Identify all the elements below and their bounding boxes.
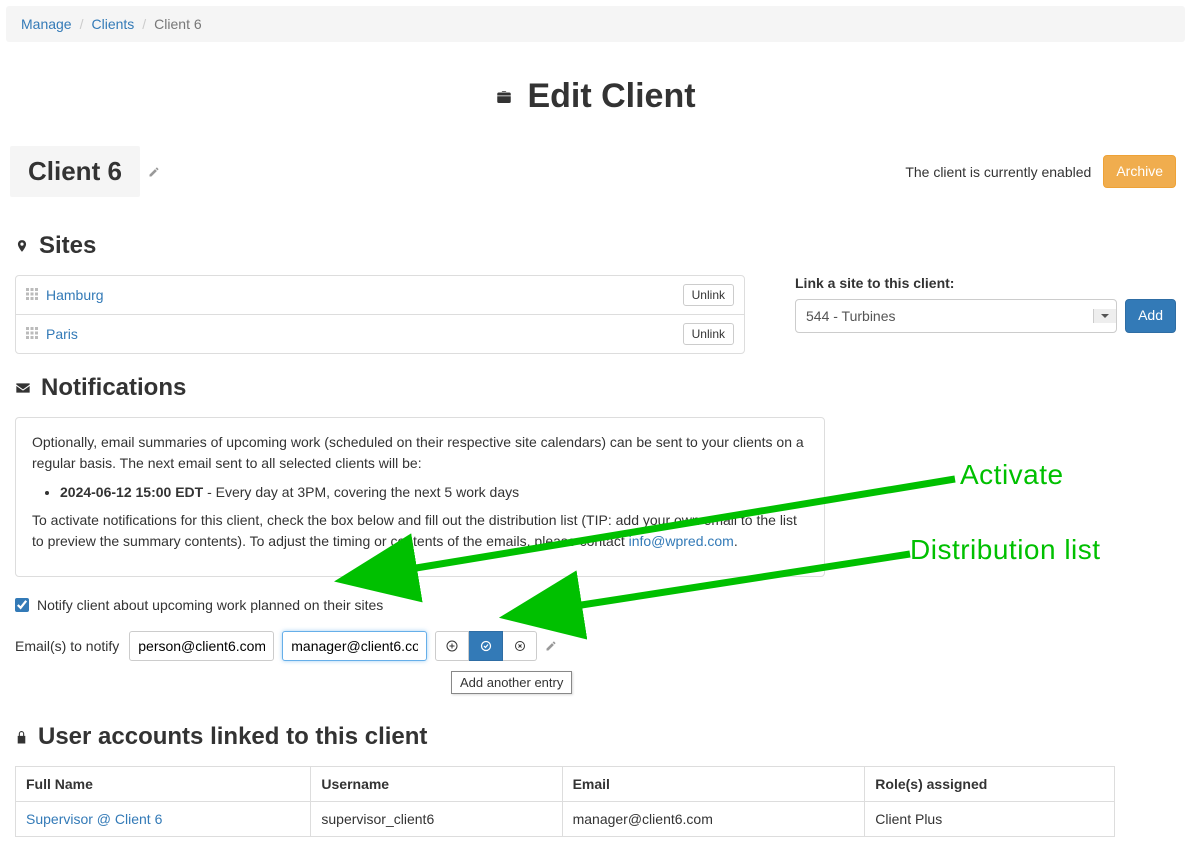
user-roles: Client Plus <box>865 802 1115 837</box>
unlink-button[interactable]: Unlink <box>683 323 734 345</box>
users-heading-text: User accounts linked to this client <box>38 723 427 751</box>
sites-section: Sites Hamburg Unlink <box>0 222 1191 364</box>
annotation-distlist-label: Distribution list <box>910 534 1101 566</box>
breadcrumb-manage[interactable]: Manage <box>21 16 72 32</box>
client-header: Client 6 The client is currently enabled… <box>0 146 1191 222</box>
grip-icon[interactable] <box>26 287 38 303</box>
col-fullname: Full Name <box>16 767 311 802</box>
breadcrumb-clients[interactable]: Clients <box>91 16 134 32</box>
users-section: User accounts linked to this client Full… <box>0 713 1191 847</box>
page-title-text: Edit Client <box>527 77 695 116</box>
users-heading: User accounts linked to this client <box>15 723 1176 751</box>
email-input-1[interactable] <box>129 631 274 661</box>
email-input-2[interactable] <box>282 631 427 661</box>
remove-email-button[interactable] <box>503 631 537 661</box>
notify-checkbox[interactable] <box>15 598 29 612</box>
notifications-heading-text: Notifications <box>41 374 186 402</box>
users-table: Full Name Username Email Role(s) assigne… <box>15 766 1115 837</box>
client-status-text: The client is currently enabled <box>905 164 1091 180</box>
check-circle-icon <box>480 640 492 652</box>
archive-button[interactable]: Archive <box>1103 155 1176 189</box>
col-username: Username <box>311 767 562 802</box>
briefcase-icon <box>495 88 513 106</box>
list-item: Paris Unlink <box>16 315 744 353</box>
site-select[interactable]: 544 - Turbines <box>795 299 1117 333</box>
plus-circle-icon <box>446 640 458 652</box>
unlink-button[interactable]: Unlink <box>683 284 734 306</box>
page-title: Edit Client <box>495 77 695 116</box>
pencil-icon[interactable] <box>148 166 160 178</box>
page-title-row: Edit Client <box>0 77 1191 116</box>
envelope-icon <box>15 382 31 394</box>
x-circle-icon <box>514 640 526 652</box>
map-pin-icon <box>15 237 29 255</box>
chevron-down-icon <box>1093 309 1116 323</box>
contact-email-link[interactable]: info@wpred.com <box>629 533 734 549</box>
notify-checkbox-label: Notify client about upcoming work planne… <box>37 597 383 613</box>
confirm-email-button[interactable] <box>469 631 503 661</box>
site-link-hamburg[interactable]: Hamburg <box>46 287 104 303</box>
pencil-icon[interactable] <box>545 640 557 652</box>
notifications-section: Notifications Optionally, email summarie… <box>0 364 1191 683</box>
notifications-schedule: 2024-06-12 15:00 EDT - Every day at 3PM,… <box>60 484 808 500</box>
tooltip-add-entry: Add another entry <box>451 671 572 694</box>
col-email: Email <box>562 767 865 802</box>
notifications-heading: Notifications <box>15 374 1176 402</box>
client-name: Client 6 <box>10 146 140 197</box>
list-item: Hamburg Unlink <box>16 276 744 315</box>
col-roles: Role(s) assigned <box>865 767 1115 802</box>
user-username: supervisor_client6 <box>311 802 562 837</box>
annotation-activate-label: Activate <box>960 459 1064 491</box>
breadcrumb: Manage / Clients / Client 6 <box>6 6 1185 42</box>
link-site-label: Link a site to this client: <box>795 275 1176 291</box>
site-link-paris[interactable]: Paris <box>46 326 78 342</box>
notifications-instructions: To activate notifications for this clien… <box>32 510 808 552</box>
breadcrumb-current: Client 6 <box>154 16 201 32</box>
add-site-button[interactable]: Add <box>1125 299 1176 333</box>
table-row: Supervisor @ Client 6 supervisor_client6… <box>16 802 1115 837</box>
notifications-panel: Optionally, email summaries of upcoming … <box>15 417 825 577</box>
lock-icon <box>15 729 28 745</box>
schedule-datetime: 2024-06-12 15:00 EDT <box>60 484 203 500</box>
site-list: Hamburg Unlink Paris Unlink <box>15 275 745 354</box>
schedule-description: - Every day at 3PM, covering the next 5 … <box>203 484 519 500</box>
grip-icon[interactable] <box>26 326 38 342</box>
user-fullname-link[interactable]: Supervisor @ Client 6 <box>26 811 162 827</box>
user-email: manager@client6.com <box>562 802 865 837</box>
add-email-button[interactable] <box>435 631 469 661</box>
breadcrumb-sep-icon: / <box>80 16 84 32</box>
sites-heading-text: Sites <box>39 232 96 260</box>
breadcrumb-sep-icon: / <box>142 16 146 32</box>
sites-heading: Sites <box>15 232 1176 260</box>
emails-label: Email(s) to notify <box>15 638 119 654</box>
site-select-value: 544 - Turbines <box>806 308 896 324</box>
notifications-intro: Optionally, email summaries of upcoming … <box>32 432 808 474</box>
